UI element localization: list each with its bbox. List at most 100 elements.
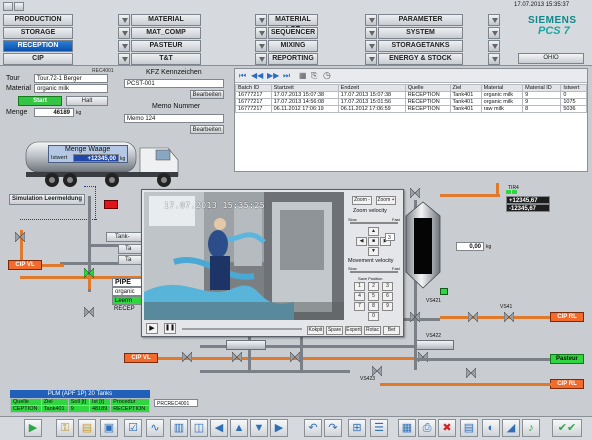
- table-row[interactable]: 16777217 06.11.2012 17:06:19 06.11.2012 17…: [235, 105, 587, 113]
- table-row[interactable]: 16777217 17.07.2013 15:07:38 17.07.2013 15…: [235, 91, 587, 99]
- cip-rl-button-right[interactable]: CIP RL: [550, 312, 584, 322]
- milk-truck[interactable]: Menge Waage Istwert +12345,00 kg: [22, 138, 192, 190]
- report-icon[interactable]: ▥: [170, 419, 188, 437]
- valve-icon[interactable]: [372, 366, 382, 376]
- nav-cip[interactable]: CIP: [3, 53, 73, 65]
- arrow-right-icon[interactable]: ▶: [270, 419, 288, 437]
- next-icon[interactable]: ▶▶: [267, 71, 279, 80]
- position-button-5[interactable]: 5: [368, 292, 379, 301]
- kfz-edit-button[interactable]: Bearbeiten: [190, 90, 224, 99]
- tank-label-1[interactable]: Tank-: [106, 232, 146, 242]
- position-button-3[interactable]: 3: [382, 282, 393, 291]
- position-button-8[interactable]: 8: [368, 302, 379, 311]
- movement-velocity-slider[interactable]: [350, 271, 398, 273]
- valve-icon[interactable]: [410, 312, 420, 322]
- tab-spare[interactable]: Spare: [326, 326, 343, 335]
- table-settings-icon[interactable]: ▦: [299, 71, 307, 80]
- valve-icon[interactable]: [468, 312, 478, 322]
- column-header[interactable]: Endzeit: [337, 84, 406, 92]
- nav-cip-dropdown[interactable]: [118, 53, 130, 65]
- tab-expert[interactable]: Expert: [345, 326, 362, 335]
- ptz-center-button[interactable]: ■: [368, 237, 379, 246]
- arrow-up-icon[interactable]: ▲: [230, 419, 248, 437]
- speaker-icon[interactable]: ♪: [522, 419, 540, 437]
- print-icon[interactable]: ⎙: [418, 419, 436, 437]
- nav-tt-dropdown[interactable]: [255, 53, 267, 65]
- column-header[interactable]: Quelle: [404, 84, 451, 92]
- nav-pasteur-dropdown[interactable]: [255, 40, 267, 52]
- ptz-up-button[interactable]: ▲: [368, 227, 379, 236]
- valve-block-vs422[interactable]: [414, 340, 454, 350]
- position-button-6[interactable]: 6: [382, 292, 393, 301]
- nav-material-lot-dropdown[interactable]: [365, 14, 377, 26]
- play-run-icon[interactable]: ▶: [24, 419, 42, 437]
- nav-tt[interactable]: T&T: [131, 53, 201, 65]
- position-button-1[interactable]: 1: [354, 282, 365, 291]
- position-button-2[interactable]: 2: [368, 282, 379, 291]
- zoom-velocity-slider[interactable]: [350, 222, 398, 224]
- bell-icon[interactable]: ◐: [482, 419, 500, 437]
- nav-pasteur[interactable]: PASTEUR: [131, 40, 201, 52]
- cip-vl-button-left[interactable]: CIP VL: [8, 260, 42, 270]
- save-icon[interactable]: ▦: [398, 419, 416, 437]
- nav-mat-comp[interactable]: MAT_COMP: [131, 27, 201, 39]
- tab-kokpit[interactable]: Kokpit: [307, 326, 324, 335]
- camera-video[interactable]: 17.07.2013 15:35:25: [144, 192, 344, 320]
- nav-energy-stock[interactable]: ENERGY & STOCK: [378, 53, 463, 65]
- valve-icon[interactable]: [504, 312, 514, 322]
- column-header[interactable]: Startzeit: [270, 84, 339, 92]
- position-button-0[interactable]: 0: [368, 312, 379, 321]
- nav-production-dropdown[interactable]: [118, 14, 130, 26]
- valve-icon[interactable]: [84, 268, 94, 278]
- position-button-4[interactable]: 4: [354, 292, 365, 301]
- table-row[interactable]: 16777217 17.07.2013 14:56:08 17.07.2013 15…: [235, 98, 587, 106]
- tab-bet[interactable]: Bet: [383, 326, 400, 335]
- nav-storage-dropdown[interactable]: [118, 27, 130, 39]
- valve-block-vs418[interactable]: [226, 340, 266, 350]
- preset-number[interactable]: 3: [385, 233, 395, 241]
- position-button-7[interactable]: 7: [354, 302, 365, 311]
- valve-icon[interactable]: [466, 368, 476, 378]
- folder-icon[interactable]: ▤: [78, 419, 96, 437]
- nav-mat-comp-dropdown[interactable]: [255, 27, 267, 39]
- horn-icon[interactable]: ◢: [502, 419, 520, 437]
- table-row[interactable]: CEPTION Tank401 9 48189 RECEPTION: [10, 405, 150, 413]
- zoom-out-button[interactable]: Zoom -: [352, 196, 372, 205]
- tab-rotac[interactable]: Rotac: [364, 326, 381, 335]
- arrow-down-icon[interactable]: ▼: [250, 419, 268, 437]
- tag-icon[interactable]: ⊞: [348, 419, 366, 437]
- kfz-select[interactable]: PCST-001: [124, 79, 224, 88]
- zoom-in-button[interactable]: Zoom +: [376, 196, 396, 205]
- simulation-button[interactable]: Simulation Leermeldung: [9, 194, 85, 205]
- ptz-left-button[interactable]: ◀: [356, 237, 367, 246]
- station-button[interactable]: OHIO: [518, 53, 584, 64]
- column-header[interactable]: Material: [480, 84, 524, 92]
- start-button[interactable]: Start: [18, 96, 62, 106]
- nav-material-lot[interactable]: MATERIAL LOT: [268, 14, 318, 33]
- column-header[interactable]: Istwert: [560, 84, 587, 92]
- key-icon[interactable]: ⚿: [56, 419, 74, 437]
- nav-reporting-dropdown[interactable]: [365, 53, 377, 65]
- nav-storagetanks-dropdown[interactable]: [488, 40, 500, 52]
- restore-button[interactable]: [14, 2, 24, 11]
- play-icon[interactable]: ▶: [146, 323, 158, 334]
- nav-mixing[interactable]: MIXING: [268, 40, 318, 52]
- nav-production[interactable]: PRODUCTION: [3, 14, 73, 26]
- document-icon[interactable]: ▣: [100, 419, 118, 437]
- sensor-icon[interactable]: [104, 200, 118, 209]
- minimize-button[interactable]: [3, 2, 13, 11]
- nav-reporting[interactable]: REPORTING: [268, 53, 318, 65]
- position-button-9[interactable]: 9: [382, 302, 393, 311]
- nav-energy-stock-dropdown[interactable]: [488, 53, 500, 65]
- pasteur-button[interactable]: Pasteur: [550, 354, 584, 364]
- nav-system[interactable]: SYSTEM: [378, 27, 463, 39]
- cip-vl-button-bottom[interactable]: CIP VL: [124, 353, 158, 363]
- cip-rl-button-bottom[interactable]: CIP RL: [550, 379, 584, 389]
- valve-icon[interactable]: [232, 352, 242, 362]
- valve-icon[interactable]: [182, 352, 192, 362]
- export-icon[interactable]: ⎘: [311, 71, 317, 81]
- nav-system-dropdown[interactable]: [488, 27, 500, 39]
- nav-material-dropdown[interactable]: [255, 14, 267, 26]
- material-select[interactable]: organic milk: [34, 84, 108, 93]
- memo-select[interactable]: Memo 124: [124, 114, 224, 123]
